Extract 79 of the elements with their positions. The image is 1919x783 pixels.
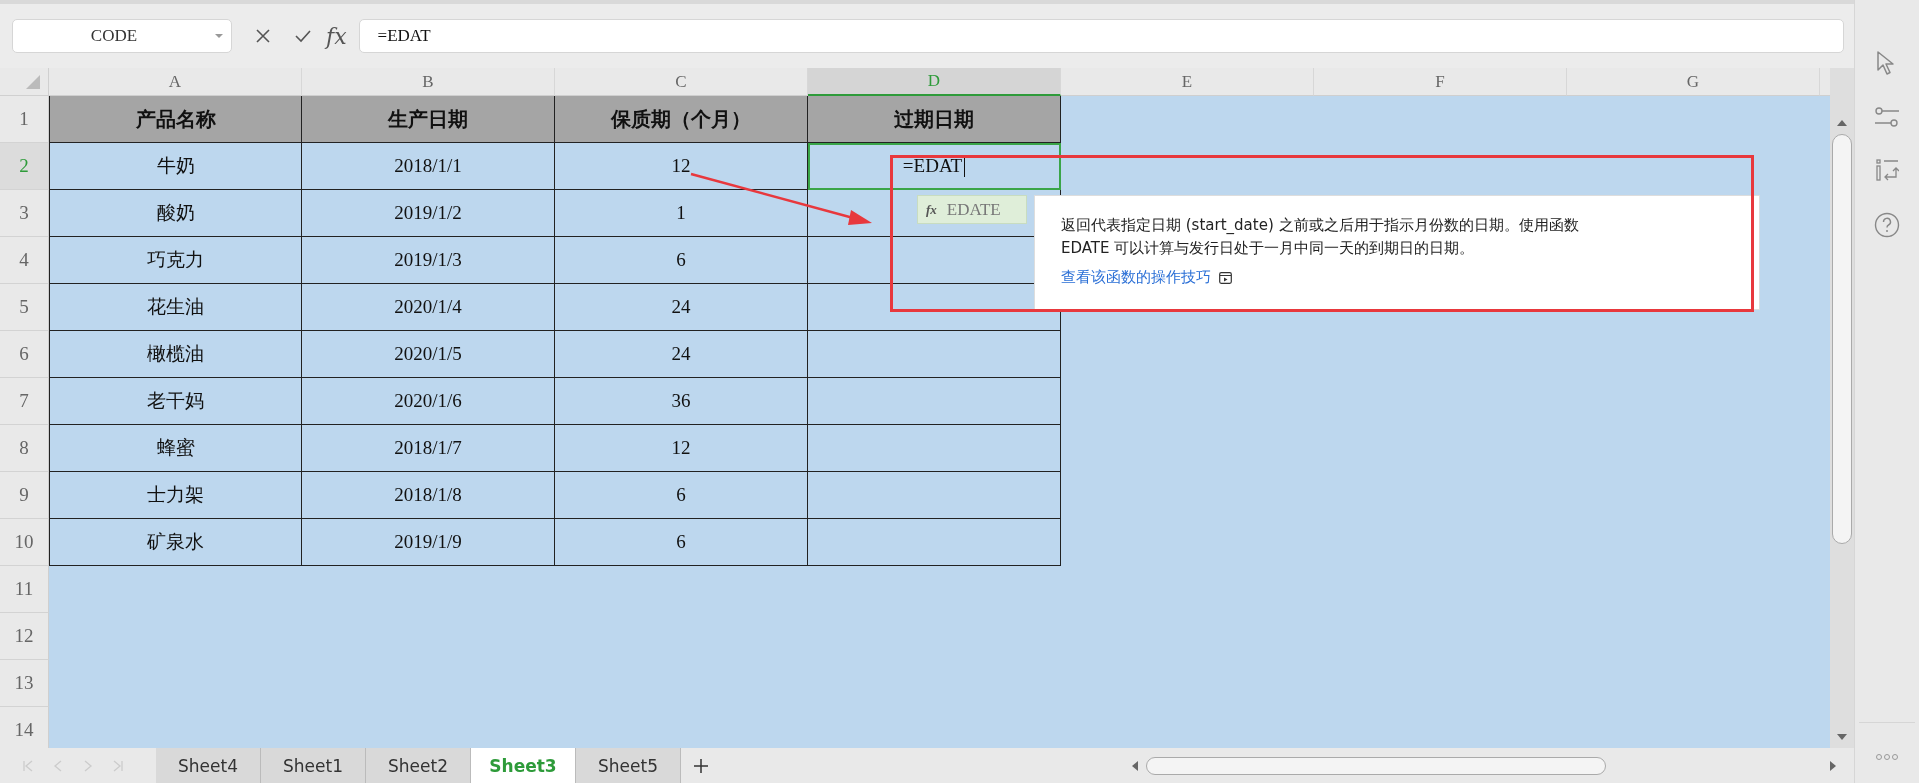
sliders-icon[interactable]	[1874, 106, 1900, 128]
table-cell: 矿泉水	[49, 519, 302, 566]
row-header[interactable]: 10	[0, 519, 49, 566]
sheet-tab[interactable]: Sheet1	[261, 748, 366, 783]
table-cell: 24	[555, 331, 808, 378]
table-cell: 12	[555, 143, 808, 190]
row-header[interactable]: 12	[0, 613, 49, 660]
table-cell: 6	[555, 237, 808, 284]
sheet-tab[interactable]: Sheet5	[576, 748, 681, 783]
table-cell: 12	[555, 425, 808, 472]
scroll-down-icon[interactable]	[1837, 734, 1847, 740]
table-cell: 牛奶	[49, 143, 302, 190]
more-icon[interactable]	[1875, 753, 1899, 761]
table-cell: 酸奶	[49, 190, 302, 237]
row-header[interactable]: 6	[0, 331, 49, 378]
header-cell: 保质期（个月）	[555, 96, 808, 143]
scroll-thumb[interactable]	[1832, 134, 1852, 544]
vertical-scrollbar[interactable]	[1830, 68, 1854, 748]
sort-icon[interactable]	[1875, 158, 1899, 182]
autocomplete-item[interactable]: fx EDATE	[917, 195, 1027, 224]
active-cell[interactable]: =EDAT	[808, 143, 1061, 190]
row-header[interactable]: 5	[0, 284, 49, 331]
table-cell: 蜂蜜	[49, 425, 302, 472]
column-header[interactable]: B	[302, 68, 555, 96]
table-cell: 6	[555, 519, 808, 566]
table-cell: 24	[555, 284, 808, 331]
insert-function-button[interactable]: fx	[326, 23, 347, 49]
table-cell: 2018/1/1	[302, 143, 555, 190]
table-cell: 2020/1/5	[302, 331, 555, 378]
table-cell: 2018/1/7	[302, 425, 555, 472]
select-all-icon[interactable]	[26, 75, 40, 89]
column-header[interactable]: A	[49, 68, 302, 96]
dropdown-caret-icon	[215, 34, 223, 38]
row-header[interactable]: 13	[0, 660, 49, 707]
scroll-thumb[interactable]	[1146, 756, 1606, 775]
table-cell: 2019/1/2	[302, 190, 555, 237]
sheet-tab[interactable]: Sheet2	[366, 748, 471, 783]
scroll-right-icon[interactable]	[1830, 760, 1836, 771]
table-cell: 2019/1/9	[302, 519, 555, 566]
row-header[interactable]: 4	[0, 237, 49, 284]
row-header[interactable]: 1	[0, 96, 49, 143]
header-cell: 生产日期	[302, 96, 555, 143]
row-header[interactable]: 3	[0, 190, 49, 237]
header-cell: 过期日期	[808, 96, 1061, 143]
tips-link[interactable]: 查看该函数的操作技巧	[1061, 268, 1211, 287]
help-icon[interactable]	[1874, 212, 1900, 238]
formula-input[interactable]: =EDAT	[358, 19, 1844, 53]
column-header[interactable]: G	[1567, 68, 1820, 96]
column-header[interactable]: C	[555, 68, 808, 96]
table-cell: 2018/1/8	[302, 472, 555, 519]
table-cell: 36	[555, 378, 808, 425]
table-cell: 士力架	[49, 472, 302, 519]
row-header[interactable]: 2	[0, 143, 49, 190]
row-header[interactable]: 11	[0, 566, 49, 613]
add-sheet-icon[interactable]	[693, 757, 709, 774]
row-header[interactable]: 8	[0, 425, 49, 472]
table-cell: 2019/1/3	[302, 237, 555, 284]
row-header[interactable]: 9	[0, 472, 49, 519]
row-header[interactable]: 14	[0, 707, 49, 748]
video-icon[interactable]	[1219, 271, 1232, 284]
sheet-tab[interactable]: Sheet3	[471, 748, 576, 783]
sheet-tab[interactable]: Sheet4	[156, 748, 261, 783]
header-cell: 产品名称	[49, 96, 302, 143]
column-header[interactable]: F	[1314, 68, 1567, 96]
name-box[interactable]: CODE	[12, 19, 232, 53]
table-cell: 6	[555, 472, 808, 519]
function-description: 返回代表指定日期 (start_date) 之前或之后用于指示月份数的日期。使用函数 EDATE 可以计算与发行日处于一月中同一天的到期日的日期。	[1061, 215, 1580, 259]
row-header[interactable]: 7	[0, 378, 49, 425]
table-cell: 花生油	[49, 284, 302, 331]
table-cell: 巧克力	[49, 237, 302, 284]
column-header[interactable]: E	[1061, 68, 1314, 96]
cancel-icon[interactable]	[254, 27, 272, 45]
table-cell: 老干妈	[49, 378, 302, 425]
scroll-left-icon[interactable]	[1132, 760, 1138, 771]
table-cell: 1	[555, 190, 808, 237]
table-cell: 2020/1/4	[302, 284, 555, 331]
table-cell: 橄榄油	[49, 331, 302, 378]
scroll-up-icon[interactable]	[1837, 120, 1847, 126]
table-cell: 2020/1/6	[302, 378, 555, 425]
